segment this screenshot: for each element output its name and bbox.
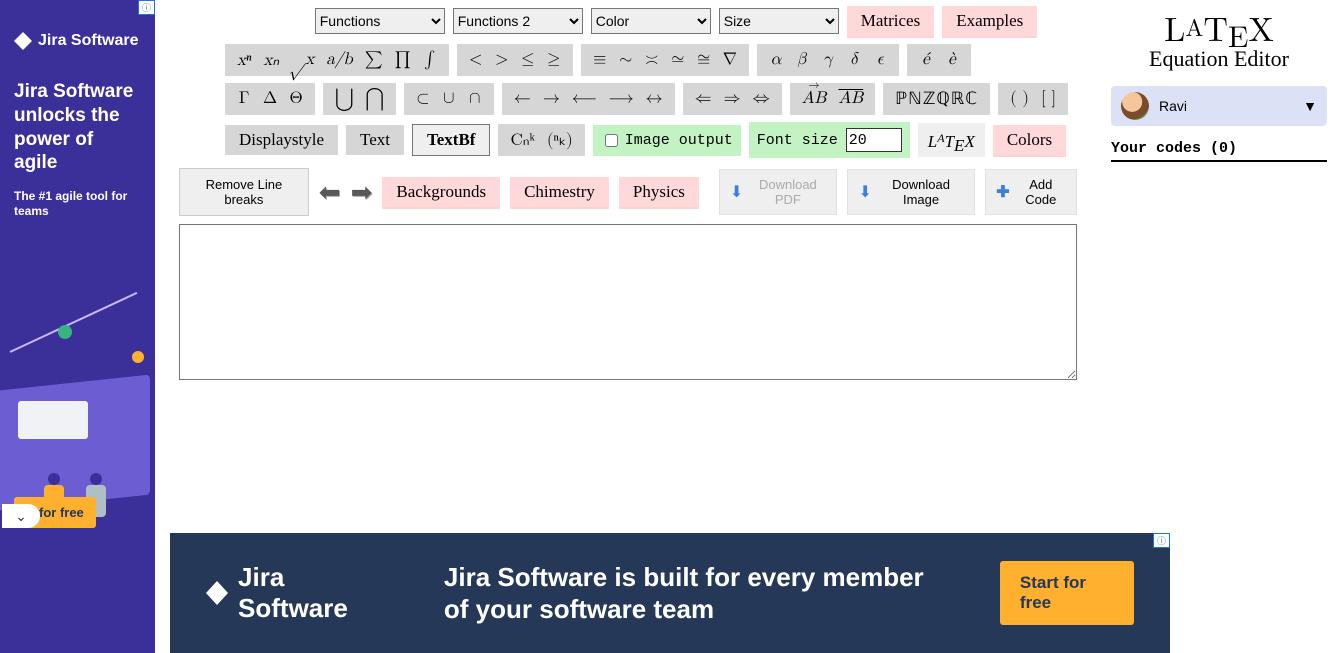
symbol-row-3: Displaystyle Text TextBf Cₙᵏ(ⁿₖ) Image o… (225, 122, 1066, 158)
colors-button[interactable]: Colors (993, 125, 1066, 155)
bottom-ad-cta-button[interactable]: Start for free (1000, 561, 1134, 625)
symgrp-brackets[interactable]: ( )[ ] (998, 83, 1068, 115)
symgrp-relations[interactable]: ≡∼≍≃≅∇ (581, 44, 749, 76)
download-icon: ⬇ (730, 182, 743, 202)
backgrounds-button[interactable]: Backgrounds (382, 177, 500, 207)
ad-collapse-chevron-icon[interactable]: ⌄ (2, 504, 40, 528)
download-icon: ⬇ (858, 182, 871, 202)
size-select[interactable]: Size (719, 8, 839, 34)
displaystyle-button[interactable]: Displaystyle (225, 125, 338, 155)
symgrp-set-ops[interactable]: ⊂∪∩ (404, 83, 494, 115)
matrices-button[interactable]: Matrices (847, 6, 934, 36)
ad-info-icon[interactable]: ⓘ (1153, 533, 1170, 548)
plus-icon: ✚ (996, 182, 1009, 202)
symgrp-arrows[interactable]: ←→⟵⟶↔ (502, 83, 675, 115)
ad-headline: Jira Software unlocks the power of agile (14, 80, 141, 175)
latex-button[interactable]: LATEX (918, 123, 985, 157)
image-output-label: Image output (625, 132, 733, 149)
top-selects-row: Functions Functions 2 Color Size Matrice… (275, 6, 1077, 36)
logo-subtitle: Equation Editor (1111, 46, 1327, 72)
jira-brand-text: Jira Software (38, 32, 138, 50)
functions2-select[interactable]: Functions 2 (453, 8, 583, 34)
download-pdf-label: Download PDF (749, 177, 826, 207)
user-menu[interactable]: Ravi ▼ (1111, 86, 1327, 126)
font-size-input[interactable] (846, 128, 902, 152)
symgrp-double-arrows[interactable]: ⇐⇒⇔ (683, 83, 782, 115)
text-button[interactable]: Text (346, 125, 404, 155)
font-size-label: Font size (757, 132, 838, 149)
symgrp-basic-math[interactable]: xⁿxₙ√xa⁄b∑∏∫ (225, 44, 449, 76)
symgrp-greek-lower[interactable]: αβγδϵ (757, 44, 899, 76)
ad-info-icon[interactable]: ⓘ (138, 0, 155, 15)
physics-button[interactable]: Physics (619, 177, 699, 207)
color-select[interactable]: Color (591, 8, 711, 34)
bottom-ad[interactable]: ⓘ Jira Software Jira Software is built f… (170, 533, 1170, 653)
username-label: Ravi (1159, 98, 1187, 114)
avatar (1121, 92, 1149, 120)
latex-code-textarea[interactable] (179, 224, 1077, 380)
history-next-icon[interactable]: ➡ (351, 177, 373, 208)
chimestry-button[interactable]: Chimestry (510, 177, 609, 207)
symbol-row-1: xⁿxₙ√xa⁄b∑∏∫ <>≤≥ ≡∼≍≃≅∇ αβγδϵ éè (225, 44, 971, 76)
jira-brand-text: Jira Software (238, 562, 388, 624)
ad-subtext: The #1 agile tool for teams (14, 189, 141, 219)
symgrp-combinatorics[interactable]: Cₙᵏ(ⁿₖ) (498, 124, 584, 156)
remove-line-breaks-button[interactable]: Remove Line breaks (179, 168, 309, 216)
jira-logo: Jira Software (14, 32, 141, 50)
bottom-ad-headline: Jira Software is built for every member … (444, 561, 944, 626)
jira-diamond-icon (14, 32, 32, 50)
image-output-checkbox[interactable] (605, 134, 618, 147)
symgrp-accents[interactable]: éè (907, 44, 971, 76)
add-code-button[interactable]: ✚ Add Code (985, 169, 1077, 215)
action-row: Remove Line breaks ⬅ ➡ Backgrounds Chime… (179, 168, 1077, 216)
symgrp-big-set[interactable]: ⋃⋂ (323, 83, 396, 115)
symgrp-vectors[interactable]: AB AB (790, 83, 876, 115)
download-image-button[interactable]: ⬇ Download Image (847, 169, 975, 215)
your-codes-header: Your codes (0) (1111, 140, 1327, 162)
history-prev-icon[interactable]: ⬅ (319, 177, 341, 208)
add-code-label: Add Code (1016, 177, 1066, 207)
examples-button[interactable]: Examples (942, 6, 1037, 36)
functions-select[interactable]: Functions (315, 8, 445, 34)
image-output-toggle[interactable]: Image output (593, 125, 741, 156)
ad-illustration (0, 323, 155, 523)
latex-logo: LATEX (1111, 10, 1327, 44)
symgrp-inequalities[interactable]: <>≤≥ (457, 44, 573, 76)
font-size-field: Font size (749, 122, 910, 158)
left-ad[interactable]: ⓘ Jira Software Jira Software unlocks th… (0, 0, 155, 653)
symgrp-greek-upper[interactable]: ΓΔΘ (225, 83, 315, 115)
chevron-down-icon: ▼ (1303, 98, 1317, 114)
download-pdf-button[interactable]: ⬇ Download PDF (719, 169, 838, 215)
symgrp-number-sets[interactable]: ℙℕℤℚℝℂ (883, 83, 990, 115)
symbol-row-2: ΓΔΘ ⋃⋂ ⊂∪∩ ←→⟵⟶↔ ⇐⇒⇔ AB AB (225, 83, 1068, 115)
textbf-button[interactable]: TextBf (412, 124, 491, 156)
jira-logo-big: Jira Software (206, 562, 388, 624)
download-image-label: Download Image (878, 177, 964, 207)
jira-diamond-icon (206, 581, 228, 605)
